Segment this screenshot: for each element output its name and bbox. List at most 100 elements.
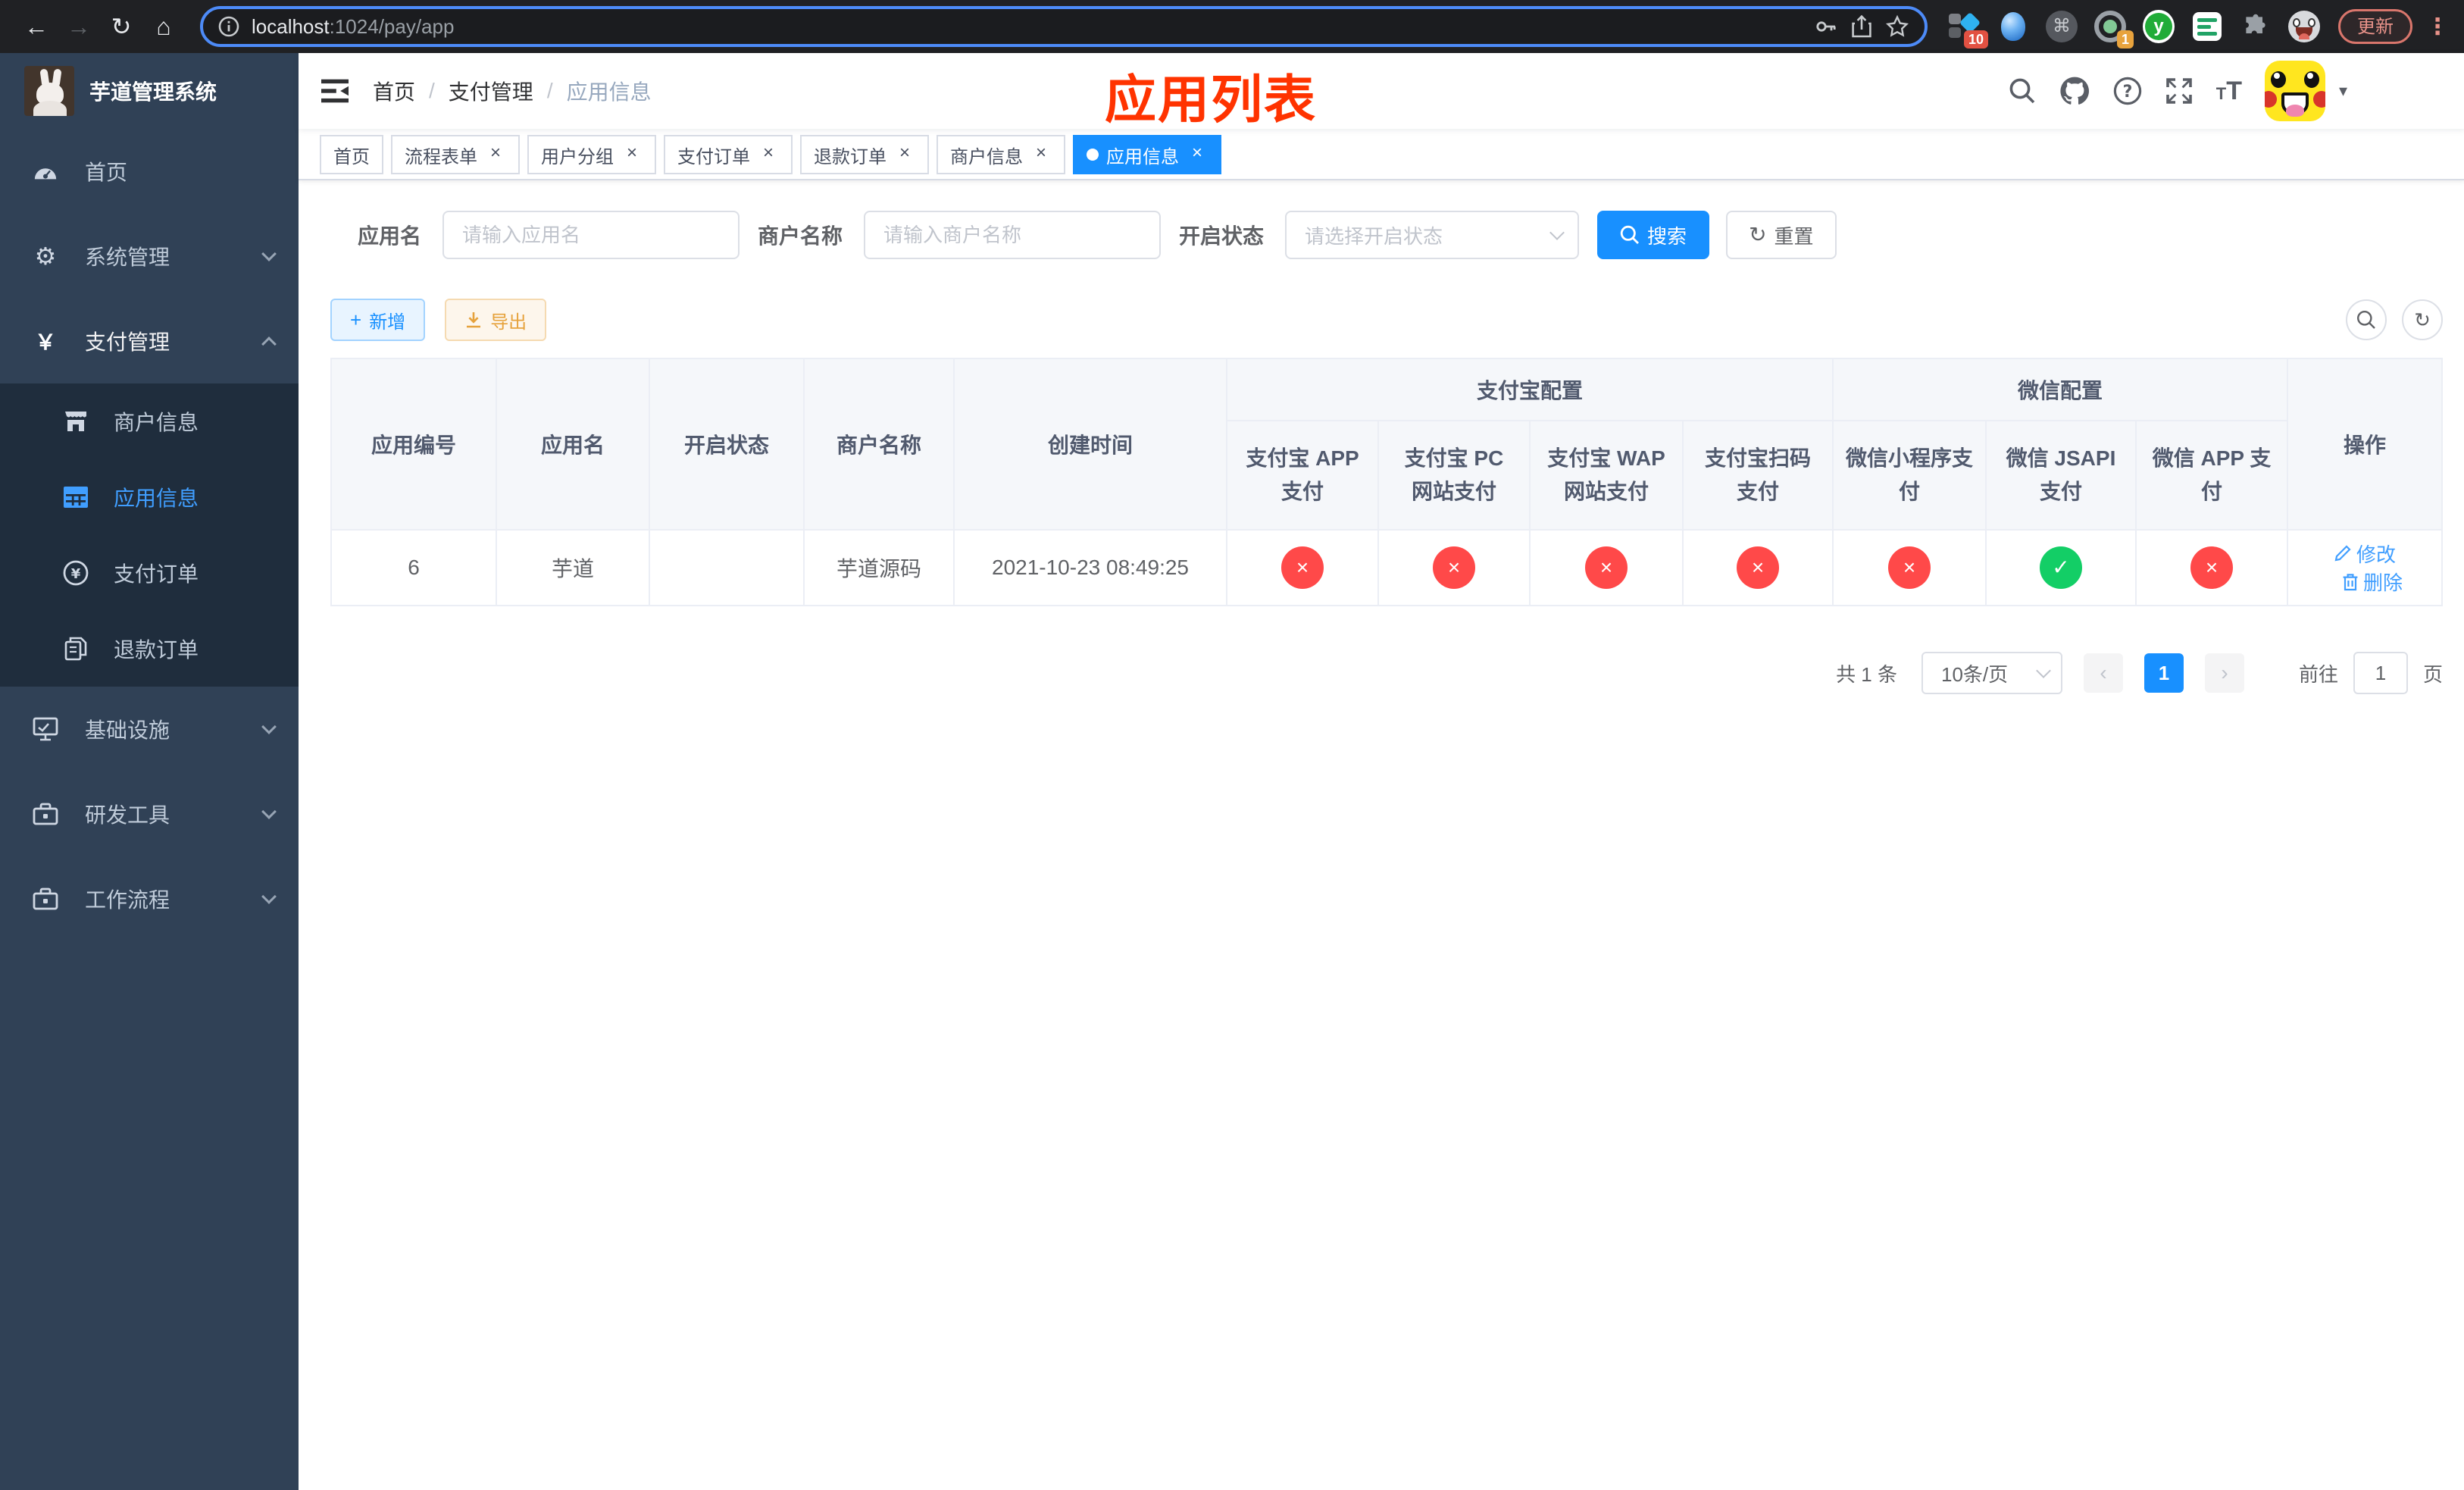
col-alipay-qr: 支付宝扫码支付 [1681,420,1834,531]
tab-refund-orders[interactable]: 退款订单 × [800,135,929,174]
col-wechat-jsapi: 微信 JSAPI 支付 [1985,420,2137,531]
col-group-alipay: 支付宝配置 [1225,358,1834,421]
browser-forward-icon[interactable]: → [58,13,100,41]
sidebar-item-dev-tools[interactable]: 研发工具 [0,772,299,856]
browser-reload-icon[interactable]: ↻ [100,12,142,41]
logo-rabbit-image [24,66,74,116]
pagination: 共 1 条 10条/页 ‹ 1 › 前往 页 [330,652,2443,694]
filter-form: 应用名 商户名称 开启状态 请选择开启状态 搜索 ↻ 重置 [358,211,2443,259]
extension-notes-icon[interactable] [2191,11,2223,42]
refresh-button[interactable]: ↻ [2402,299,2444,340]
bookmark-star-icon[interactable] [1885,14,1909,39]
goto-page-input[interactable] [2353,652,2408,694]
page-number-button[interactable]: 1 [2143,653,2184,693]
extension-diamond-icon[interactable]: 10 [1949,11,1988,49]
breadcrumb-home[interactable]: 首页 [373,76,415,106]
document-copy-icon [59,637,92,661]
share-icon[interactable] [1850,14,1873,39]
tags-view: 首页 流程表单 × 用户分组 × 支付订单 × 退款订单 × 商户信息 × 应用信息 × [299,129,2464,180]
tab-user-group[interactable]: 用户分组 × [527,135,656,174]
search-icon[interactable] [2009,77,2036,105]
col-app-name: 应用名 [496,358,650,531]
extension-balloon-icon[interactable] [1997,11,2029,42]
github-icon[interactable] [2059,76,2090,106]
sidebar-item-merchant-info[interactable]: 商户信息 [0,383,299,459]
col-merchant: 商户名称 [803,358,955,531]
extensions-puzzle-icon[interactable] [2240,11,2272,42]
sidebar-item-workflow[interactable]: 工作流程 [0,856,299,941]
col-alipay-wap: 支付宝 WAP 网站支付 [1529,420,1684,531]
sidebar-item-home[interactable]: 首页 [0,129,299,214]
add-button[interactable]: + 新增 [330,299,426,341]
page-content: 应用名 商户名称 开启状态 请选择开启状态 搜索 ↻ 重置 [299,180,2464,694]
merchant-name-input[interactable] [864,211,1162,259]
avatar-caret-icon[interactable]: ▾ [2339,81,2347,101]
extension-command-icon[interactable]: ⌘ [2046,11,2078,42]
payment-submenu: 商户信息 应用信息 ¥ 支付订单 退款订单 [0,383,299,687]
cell-app-name: 芋道 [496,529,650,606]
col-alipay-app: 支付宝 APP 支付 [1226,420,1379,531]
sidebar-collapse-icon[interactable] [299,79,371,103]
sidebar-item-payment[interactable]: ￥ 支付管理 [0,299,299,383]
tab-process-form[interactable]: 流程表单 × [391,135,520,174]
address-bar[interactable]: localhost:1024/pay/app [200,6,1928,47]
fullscreen-icon[interactable] [2165,77,2194,105]
navbar-actions: ? TT ▾ [2009,61,2464,121]
col-create-time: 创建时间 [953,358,1227,531]
tab-merchant-info[interactable]: 商户信息 × [937,135,1065,174]
sidebar-item-system[interactable]: ⚙ 系统管理 [0,214,299,299]
alipay-wap-status-icon: × [1585,546,1628,589]
close-icon[interactable]: × [1030,144,1052,165]
alipay-app-status-icon: × [1281,546,1324,589]
extension-badge: 10 [1963,30,1988,49]
edit-link[interactable]: 修改 [2334,540,2396,568]
sidebar-item-app-info[interactable]: 应用信息 [0,459,299,535]
sidebar-logo[interactable]: 芋道管理系统 [0,53,299,129]
font-size-icon[interactable]: TT [2216,77,2242,106]
extension-y-icon[interactable]: y [2143,10,2175,43]
toggle-search-button[interactable] [2346,299,2387,340]
breadcrumb-payment[interactable]: 支付管理 [449,76,533,106]
tab-pay-orders[interactable]: 支付订单 × [664,135,793,174]
close-icon[interactable]: × [894,144,915,165]
merchant-name-label: 商户名称 [758,224,843,248]
help-icon[interactable]: ? [2113,77,2142,105]
next-page-button[interactable]: › [2204,653,2244,693]
delete-link[interactable]: 删除 [2342,568,2403,596]
password-key-icon[interactable] [1814,14,1838,39]
search-button[interactable]: 搜索 [1597,211,1710,259]
prev-page-button[interactable]: ‹ [2083,653,2123,693]
close-icon[interactable]: × [758,144,779,165]
col-wechat-mini: 微信小程序支付 [1832,420,1987,531]
sidebar-item-pay-orders[interactable]: ¥ 支付订单 [0,535,299,611]
sidebar-item-refund-orders[interactable]: 退款订单 [0,611,299,687]
tab-app-info[interactable]: 应用信息 × [1073,135,1221,174]
total-count: 共 1 条 [1836,662,1897,686]
browser-menu-icon[interactable]: ⋮ [2426,14,2449,40]
export-button[interactable]: 导出 [445,299,547,341]
close-icon[interactable]: × [621,144,643,165]
site-info-icon[interactable] [218,16,239,37]
browser-home-icon[interactable]: ⌂ [142,13,185,41]
tab-home[interactable]: 首页 [320,135,383,174]
reset-button[interactable]: ↻ 重置 [1726,211,1837,259]
close-icon[interactable]: × [1187,144,1208,165]
extension-recorder-icon[interactable]: 1 [2094,11,2134,49]
browser-back-icon[interactable]: ← [15,13,58,41]
user-avatar[interactable] [2264,61,2325,121]
sidebar-item-infrastructure[interactable]: 基础设施 [0,687,299,772]
app-name-input[interactable] [442,211,740,259]
profile-avatar-icon[interactable] [2288,11,2320,42]
close-icon[interactable]: × [485,144,506,165]
store-icon [59,410,92,433]
browser-update-button[interactable]: 更新 [2338,9,2412,44]
briefcase-icon [27,887,64,910]
status-select[interactable]: 请选择开启状态 [1285,211,1580,259]
browser-toolbar: ← → ↻ ⌂ localhost:1024/pay/app 10 ⌘ 1 y … [0,0,2464,53]
svg-text:¥: ¥ [71,566,81,582]
status-label: 开启状态 [1179,224,1265,248]
page-title: 应用列表 [1105,71,1318,129]
page-size-select[interactable]: 10条/页 [1921,652,2062,694]
svg-text:?: ? [2122,83,2132,102]
active-dot [1087,149,1099,161]
